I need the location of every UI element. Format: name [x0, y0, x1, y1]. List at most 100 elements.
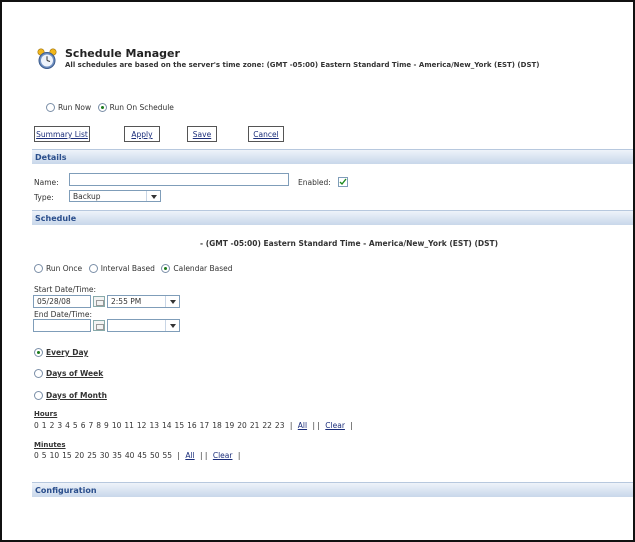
- hour-option[interactable]: 20: [237, 421, 247, 430]
- summary-list-button[interactable]: Summary List: [34, 126, 90, 142]
- hour-option[interactable]: 23: [275, 421, 285, 430]
- configuration-section-header[interactable]: Configuration: [32, 482, 633, 497]
- hour-option[interactable]: 5: [73, 421, 78, 430]
- minute-option[interactable]: 0: [34, 451, 39, 460]
- interval-based-label: Interval Based: [100, 264, 155, 273]
- separator: |: [287, 421, 295, 430]
- run-once-label: Run Once: [46, 264, 83, 273]
- start-date-input[interactable]: 05/28/08: [33, 295, 91, 308]
- schedule-mode-group: Run Once Interval Based Calendar Based: [34, 264, 237, 273]
- hour-option[interactable]: 19: [225, 421, 235, 430]
- calendar-icon[interactable]: [93, 320, 105, 331]
- hour-option[interactable]: 1: [42, 421, 47, 430]
- run-once-radio[interactable]: [34, 264, 43, 273]
- end-time-select[interactable]: [107, 319, 180, 332]
- page-title: Schedule Manager: [65, 47, 180, 60]
- hour-option[interactable]: 3: [57, 421, 62, 430]
- page-frame: Schedule Manager All schedules are based…: [0, 0, 635, 542]
- end-date-input[interactable]: [33, 319, 91, 332]
- days-of-month-option: Days of Month: [34, 391, 111, 400]
- minute-option[interactable]: 15: [62, 451, 72, 460]
- hour-option[interactable]: 4: [65, 421, 70, 430]
- minute-option[interactable]: 50: [150, 451, 160, 460]
- hour-option[interactable]: 13: [149, 421, 159, 430]
- start-time-select[interactable]: 2:55 PM: [107, 295, 180, 308]
- every-day-label[interactable]: Every Day: [46, 348, 88, 357]
- start-datetime-label: Start Date/Time:: [34, 285, 97, 294]
- separator: |: [175, 451, 183, 460]
- days-of-month-label[interactable]: Days of Month: [46, 391, 107, 400]
- hour-all-link[interactable]: All: [298, 421, 307, 430]
- minute-option[interactable]: 5: [42, 451, 47, 460]
- alarm-clock-icon: [37, 48, 57, 69]
- hour-option[interactable]: 12: [137, 421, 147, 430]
- hour-option[interactable]: 18: [212, 421, 222, 430]
- hour-option[interactable]: 11: [124, 421, 134, 430]
- minute-option[interactable]: 35: [112, 451, 122, 460]
- calendar-based-label: Calendar Based: [173, 264, 233, 273]
- days-of-month-radio[interactable]: [34, 391, 43, 400]
- minute-clear-link[interactable]: Clear: [213, 451, 233, 460]
- hour-option[interactable]: 16: [187, 421, 197, 430]
- minute-option[interactable]: 55: [162, 451, 172, 460]
- run-on-schedule-radio[interactable]: [97, 103, 107, 112]
- separator: | |: [197, 451, 210, 460]
- hour-option[interactable]: 6: [81, 421, 86, 430]
- minute-option[interactable]: 45: [137, 451, 147, 460]
- calendar-icon[interactable]: [93, 296, 105, 307]
- timezone-subtitle: All schedules are based on the server's …: [65, 61, 540, 69]
- type-select-value: Backup: [73, 192, 101, 201]
- interval-based-radio[interactable]: [88, 264, 98, 273]
- days-of-week-radio[interactable]: [34, 369, 43, 378]
- cancel-button[interactable]: Cancel: [248, 126, 284, 142]
- enabled-checkbox[interactable]: [338, 177, 348, 187]
- end-datetime-label: End Date/Time:: [34, 310, 92, 319]
- every-day-radio[interactable]: [34, 348, 43, 357]
- hour-option[interactable]: 14: [162, 421, 172, 430]
- hour-option[interactable]: 15: [175, 421, 185, 430]
- details-section-header[interactable]: Details: [32, 149, 633, 164]
- hour-option[interactable]: 10: [112, 421, 122, 430]
- name-label: Name:: [34, 178, 59, 187]
- run-now-radio[interactable]: [46, 103, 55, 112]
- separator: | |: [310, 421, 323, 430]
- every-day-option: Every Day: [34, 348, 92, 357]
- days-of-week-option: Days of Week: [34, 369, 107, 378]
- schedule-section-header[interactable]: Schedule: [32, 210, 633, 225]
- hour-option[interactable]: 17: [200, 421, 210, 430]
- hour-option[interactable]: 21: [250, 421, 260, 430]
- name-input[interactable]: [69, 173, 289, 186]
- minute-option[interactable]: 10: [50, 451, 60, 460]
- hours-label: Hours: [34, 410, 58, 418]
- minute-option[interactable]: 20: [75, 451, 85, 460]
- hours-list: 0 1 2 3 4 5 6 7 8 9 10 11 12 13 14 15 16 17 18 19 20 21 22 23 |…: [34, 421, 356, 430]
- type-label: Type:: [34, 193, 54, 202]
- separator: |: [235, 451, 241, 460]
- hour-option[interactable]: 2: [50, 421, 55, 430]
- hour-clear-link[interactable]: Clear: [325, 421, 345, 430]
- type-select[interactable]: Backup: [69, 190, 161, 202]
- minute-option[interactable]: 30: [100, 451, 110, 460]
- minute-all-link[interactable]: All: [185, 451, 194, 460]
- run-mode-group: Run Now Run On Schedule: [46, 103, 178, 112]
- apply-button[interactable]: Apply: [124, 126, 160, 142]
- hour-option[interactable]: 9: [104, 421, 109, 430]
- start-time-value: 2:55 PM: [111, 297, 142, 306]
- hour-option[interactable]: 7: [88, 421, 93, 430]
- calendar-based-radio[interactable]: [161, 264, 171, 273]
- chevron-down-icon: [165, 296, 179, 307]
- hour-option[interactable]: 0: [34, 421, 39, 430]
- chevron-down-icon: [146, 191, 160, 201]
- minute-option[interactable]: 25: [87, 451, 97, 460]
- chevron-down-icon: [165, 320, 179, 331]
- hour-option[interactable]: 8: [96, 421, 101, 430]
- minutes-label: Minutes: [34, 441, 66, 449]
- run-now-label: Run Now: [58, 103, 92, 112]
- save-button[interactable]: Save: [187, 126, 217, 142]
- separator: |: [347, 421, 353, 430]
- schedule-timezone: - (GMT -05:00) Eastern Standard Time - A…: [200, 239, 499, 248]
- hour-option[interactable]: 22: [262, 421, 272, 430]
- minute-option[interactable]: 40: [125, 451, 135, 460]
- days-of-week-label[interactable]: Days of Week: [46, 369, 103, 378]
- run-on-schedule-label: Run On Schedule: [109, 103, 174, 112]
